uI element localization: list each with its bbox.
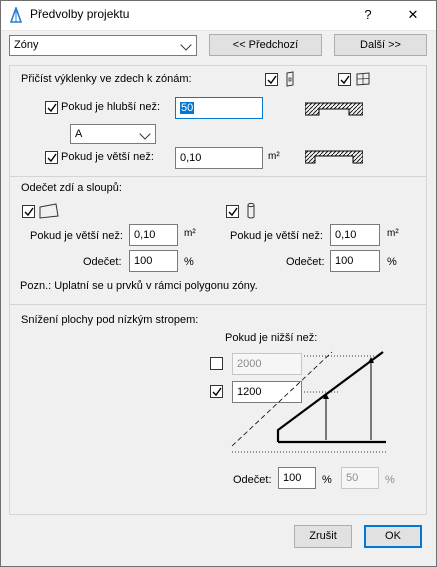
larger-unit: m² <box>268 151 280 162</box>
wall-deduct-input[interactable]: 100 <box>129 250 178 272</box>
window-title: Předvolby projektu <box>30 7 130 21</box>
wall-larger-input-value: 0,10 <box>134 229 156 241</box>
app-icon <box>9 5 23 23</box>
niches-header: Přičíst výklenky ve zdech k zónám: <box>21 73 192 85</box>
reference-select[interactable]: A <box>70 124 156 144</box>
deeper-input[interactable]: 50 <box>175 97 263 119</box>
ceiling-deduct2-input[interactable]: 50 <box>341 467 379 489</box>
category-select[interactable]: Zóny <box>9 35 197 56</box>
checkmark-icon <box>24 207 34 217</box>
column-deduct-unit: % <box>387 256 397 268</box>
wall-deduct-checkbox[interactable] <box>22 205 35 218</box>
help-button[interactable]: ? <box>350 0 386 30</box>
column-larger-input[interactable]: 0,10 <box>330 224 380 246</box>
column-larger-unit: m² <box>387 228 399 239</box>
next-button[interactable]: Další >> <box>334 34 427 56</box>
window-niche-checkbox[interactable] <box>338 73 351 86</box>
wall-deduct-input-value: 100 <box>134 255 153 267</box>
larger-label: Pokud je větší než: <box>61 151 154 163</box>
note-text: Pozn.: Uplatní se u prvků v rámci polygo… <box>20 280 258 292</box>
ceiling-deduct1-unit: % <box>322 474 332 486</box>
ceiling-deduct1-input[interactable]: 100 <box>278 467 316 489</box>
deeper-input-value: 50 <box>180 102 195 114</box>
column-deduct-label: Odečet: <box>286 256 325 268</box>
wall-niche-icon <box>283 71 297 87</box>
height1-checkbox[interactable] <box>210 357 223 370</box>
larger-input[interactable]: 0,10 <box>175 147 263 169</box>
checkmark-icon <box>340 75 350 85</box>
section-divider <box>10 176 426 177</box>
checkmark-icon <box>47 153 57 163</box>
category-select-value: Zóny <box>14 39 39 51</box>
wall-larger-input[interactable]: 0,10 <box>129 224 178 246</box>
close-icon: ✕ <box>407 7 419 22</box>
ceiling-deduct2-unit: % <box>385 474 395 486</box>
chevron-down-icon <box>139 128 151 140</box>
column-larger-label: Pokud je větší než: <box>230 230 323 242</box>
section-divider <box>10 304 426 305</box>
close-button[interactable]: ✕ <box>395 0 431 30</box>
ceiling-deduct-label: Odečet: <box>233 474 272 486</box>
wall-deduct-label: Odečet: <box>83 256 122 268</box>
column-deduct-input-value: 100 <box>335 255 354 267</box>
column-larger-input-value: 0,10 <box>335 229 357 241</box>
deeper-label: Pokud je hlubší než: <box>61 101 161 113</box>
column-icon <box>245 202 257 220</box>
checkmark-icon <box>47 103 57 113</box>
ceiling-deduct1-input-value: 100 <box>283 472 302 484</box>
low-ceiling-header: Snížení plochy pod nízkým stropem: <box>21 314 199 326</box>
deeper-checkbox[interactable] <box>45 101 58 114</box>
cancel-button[interactable]: Zrušit <box>294 525 352 548</box>
window-niche-icon <box>355 71 371 87</box>
larger-checkbox[interactable] <box>45 151 58 164</box>
ok-button[interactable]: OK <box>364 525 422 548</box>
ceiling-deduct2-input-value: 50 <box>346 472 359 484</box>
checkmark-icon <box>228 207 238 217</box>
chevron-down-icon <box>180 39 192 51</box>
wall-larger-unit: m² <box>184 228 196 239</box>
wall-deduct-unit: % <box>184 256 194 268</box>
lower-than-label: Pokud je nižší než: <box>225 332 318 344</box>
reference-select-value: A <box>75 128 83 140</box>
column-deduct-input[interactable]: 100 <box>330 250 380 272</box>
low-ceiling-diagram-icon <box>228 346 398 462</box>
wall-icon <box>38 203 60 219</box>
niche-area-diagram-icon <box>304 150 364 164</box>
walls-columns-header: Odečet zdí a sloupů: <box>21 182 122 194</box>
larger-input-value: 0,10 <box>180 152 202 164</box>
height2-checkbox[interactable] <box>210 385 223 398</box>
checkmark-icon <box>267 75 277 85</box>
previous-button[interactable]: << Předchozí <box>209 34 322 56</box>
wall-larger-label: Pokud je větší než: <box>30 230 123 242</box>
wall-niche-checkbox[interactable] <box>265 73 278 86</box>
niche-depth-diagram-icon <box>304 102 364 116</box>
column-deduct-checkbox[interactable] <box>226 205 239 218</box>
checkmark-icon <box>212 387 222 397</box>
